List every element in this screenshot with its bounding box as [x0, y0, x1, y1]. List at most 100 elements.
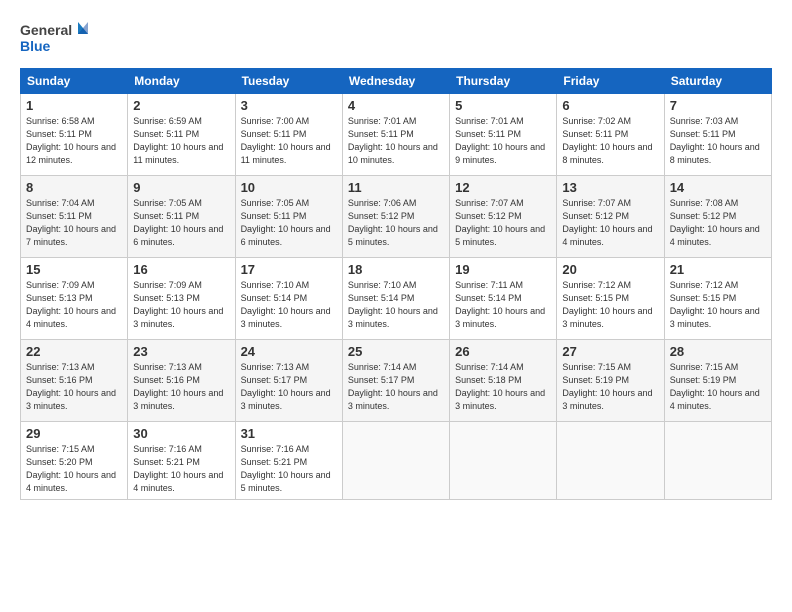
calendar-week-row: 22 Sunrise: 7:13 AMSunset: 5:16 PMDayligh…	[21, 340, 772, 422]
day-info: Sunrise: 7:16 AMSunset: 5:21 PMDaylight:…	[241, 443, 337, 495]
day-info: Sunrise: 7:07 AMSunset: 5:12 PMDaylight:…	[562, 197, 658, 249]
day-number: 14	[670, 180, 766, 195]
calendar-cell: 27 Sunrise: 7:15 AMSunset: 5:19 PMDayligh…	[557, 340, 664, 422]
day-info: Sunrise: 7:05 AMSunset: 5:11 PMDaylight:…	[241, 197, 337, 249]
day-info: Sunrise: 7:06 AMSunset: 5:12 PMDaylight:…	[348, 197, 444, 249]
day-number: 12	[455, 180, 551, 195]
day-info: Sunrise: 7:07 AMSunset: 5:12 PMDaylight:…	[455, 197, 551, 249]
day-info: Sunrise: 7:09 AMSunset: 5:13 PMDaylight:…	[133, 279, 229, 331]
day-info: Sunrise: 7:10 AMSunset: 5:14 PMDaylight:…	[241, 279, 337, 331]
calendar-week-row: 15 Sunrise: 7:09 AMSunset: 5:13 PMDayligh…	[21, 258, 772, 340]
calendar-cell: 30 Sunrise: 7:16 AMSunset: 5:21 PMDayligh…	[128, 422, 235, 500]
weekday-header-sunday: Sunday	[21, 69, 128, 94]
calendar-cell: 19 Sunrise: 7:11 AMSunset: 5:14 PMDayligh…	[450, 258, 557, 340]
day-info: Sunrise: 7:03 AMSunset: 5:11 PMDaylight:…	[670, 115, 766, 167]
calendar-week-row: 29Sunrise: 7:15 AMSunset: 5:20 PMDayligh…	[21, 422, 772, 500]
calendar-cell: 14 Sunrise: 7:08 AMSunset: 5:12 PMDayligh…	[664, 176, 771, 258]
calendar-table: SundayMondayTuesdayWednesdayThursdayFrid…	[20, 68, 772, 500]
calendar-cell: 18 Sunrise: 7:10 AMSunset: 5:14 PMDayligh…	[342, 258, 449, 340]
day-number: 8	[26, 180, 122, 195]
day-number: 4	[348, 98, 444, 113]
day-info: Sunrise: 7:13 AMSunset: 5:17 PMDaylight:…	[241, 361, 337, 413]
day-info: Sunrise: 7:12 AMSunset: 5:15 PMDaylight:…	[562, 279, 658, 331]
day-number: 29	[26, 426, 122, 441]
page-header: General Blue	[20, 18, 772, 56]
day-number: 17	[241, 262, 337, 277]
calendar-cell: 7 Sunrise: 7:03 AMSunset: 5:11 PMDaylight…	[664, 94, 771, 176]
day-number: 28	[670, 344, 766, 359]
calendar-cell: 5 Sunrise: 7:01 AMSunset: 5:11 PMDaylight…	[450, 94, 557, 176]
day-number: 31	[241, 426, 337, 441]
day-info: Sunrise: 7:14 AMSunset: 5:18 PMDaylight:…	[455, 361, 551, 413]
svg-text:General: General	[20, 22, 72, 38]
day-number: 10	[241, 180, 337, 195]
day-info: Sunrise: 7:04 AMSunset: 5:11 PMDaylight:…	[26, 197, 122, 249]
calendar-cell	[342, 422, 449, 500]
calendar-cell	[450, 422, 557, 500]
weekday-header-monday: Monday	[128, 69, 235, 94]
day-info: Sunrise: 7:12 AMSunset: 5:15 PMDaylight:…	[670, 279, 766, 331]
calendar-cell: 2 Sunrise: 6:59 AMSunset: 5:11 PMDaylight…	[128, 94, 235, 176]
calendar-cell: 3 Sunrise: 7:00 AMSunset: 5:11 PMDaylight…	[235, 94, 342, 176]
day-number: 3	[241, 98, 337, 113]
calendar-cell	[664, 422, 771, 500]
day-info: Sunrise: 7:05 AMSunset: 5:11 PMDaylight:…	[133, 197, 229, 249]
day-number: 30	[133, 426, 229, 441]
calendar-cell: 25Sunrise: 7:14 AMSunset: 5:17 PMDayligh…	[342, 340, 449, 422]
day-info: Sunrise: 6:59 AMSunset: 5:11 PMDaylight:…	[133, 115, 229, 167]
day-number: 16	[133, 262, 229, 277]
calendar-cell: 24 Sunrise: 7:13 AMSunset: 5:17 PMDayligh…	[235, 340, 342, 422]
calendar-cell: 23Sunrise: 7:13 AMSunset: 5:16 PMDayligh…	[128, 340, 235, 422]
day-number: 9	[133, 180, 229, 195]
day-info: Sunrise: 7:10 AMSunset: 5:14 PMDaylight:…	[348, 279, 444, 331]
calendar-cell: 10 Sunrise: 7:05 AMSunset: 5:11 PMDayligh…	[235, 176, 342, 258]
day-info: Sunrise: 7:01 AMSunset: 5:11 PMDaylight:…	[455, 115, 551, 167]
day-info: Sunrise: 7:00 AMSunset: 5:11 PMDaylight:…	[241, 115, 337, 167]
day-info: Sunrise: 6:58 AMSunset: 5:11 PMDaylight:…	[26, 115, 122, 167]
day-number: 11	[348, 180, 444, 195]
day-info: Sunrise: 7:15 AMSunset: 5:19 PMDaylight:…	[670, 361, 766, 413]
day-number: 20	[562, 262, 658, 277]
day-info: Sunrise: 7:01 AMSunset: 5:11 PMDaylight:…	[348, 115, 444, 167]
day-number: 7	[670, 98, 766, 113]
weekday-header-wednesday: Wednesday	[342, 69, 449, 94]
weekday-header-tuesday: Tuesday	[235, 69, 342, 94]
calendar-cell: 28 Sunrise: 7:15 AMSunset: 5:19 PMDayligh…	[664, 340, 771, 422]
day-number: 5	[455, 98, 551, 113]
day-number: 6	[562, 98, 658, 113]
day-number: 27	[562, 344, 658, 359]
day-number: 2	[133, 98, 229, 113]
day-info: Sunrise: 7:15 AMSunset: 5:19 PMDaylight:…	[562, 361, 658, 413]
day-info: Sunrise: 7:13 AMSunset: 5:16 PMDaylight:…	[133, 361, 229, 413]
calendar-cell: 20 Sunrise: 7:12 AMSunset: 5:15 PMDayligh…	[557, 258, 664, 340]
day-info: Sunrise: 7:11 AMSunset: 5:14 PMDaylight:…	[455, 279, 551, 331]
calendar-cell: 11 Sunrise: 7:06 AMSunset: 5:12 PMDayligh…	[342, 176, 449, 258]
day-info: Sunrise: 7:16 AMSunset: 5:21 PMDaylight:…	[133, 443, 229, 495]
logo: General Blue	[20, 18, 90, 56]
calendar-cell: 26Sunrise: 7:14 AMSunset: 5:18 PMDayligh…	[450, 340, 557, 422]
calendar-cell: 6Sunrise: 7:02 AMSunset: 5:11 PMDaylight…	[557, 94, 664, 176]
day-info: Sunrise: 7:13 AMSunset: 5:16 PMDaylight:…	[26, 361, 122, 413]
calendar-cell: 22 Sunrise: 7:13 AMSunset: 5:16 PMDayligh…	[21, 340, 128, 422]
calendar-cell: 4 Sunrise: 7:01 AMSunset: 5:11 PMDaylight…	[342, 94, 449, 176]
day-info: Sunrise: 7:09 AMSunset: 5:13 PMDaylight:…	[26, 279, 122, 331]
weekday-header-saturday: Saturday	[664, 69, 771, 94]
calendar-week-row: 1 Sunrise: 6:58 AMSunset: 5:11 PMDaylight…	[21, 94, 772, 176]
day-number: 19	[455, 262, 551, 277]
weekday-header-friday: Friday	[557, 69, 664, 94]
day-number: 22	[26, 344, 122, 359]
calendar-cell: 8 Sunrise: 7:04 AMSunset: 5:11 PMDaylight…	[21, 176, 128, 258]
calendar-page: General Blue SundayMondayTuesdayWednesda…	[0, 0, 792, 612]
day-number: 18	[348, 262, 444, 277]
day-info: Sunrise: 7:08 AMSunset: 5:12 PMDaylight:…	[670, 197, 766, 249]
day-number: 1	[26, 98, 122, 113]
svg-text:Blue: Blue	[20, 38, 51, 54]
day-info: Sunrise: 7:14 AMSunset: 5:17 PMDaylight:…	[348, 361, 444, 413]
calendar-cell: 31 Sunrise: 7:16 AMSunset: 5:21 PMDayligh…	[235, 422, 342, 500]
day-number: 24	[241, 344, 337, 359]
day-number: 15	[26, 262, 122, 277]
calendar-week-row: 8 Sunrise: 7:04 AMSunset: 5:11 PMDaylight…	[21, 176, 772, 258]
calendar-cell: 17 Sunrise: 7:10 AMSunset: 5:14 PMDayligh…	[235, 258, 342, 340]
day-number: 21	[670, 262, 766, 277]
day-number: 13	[562, 180, 658, 195]
